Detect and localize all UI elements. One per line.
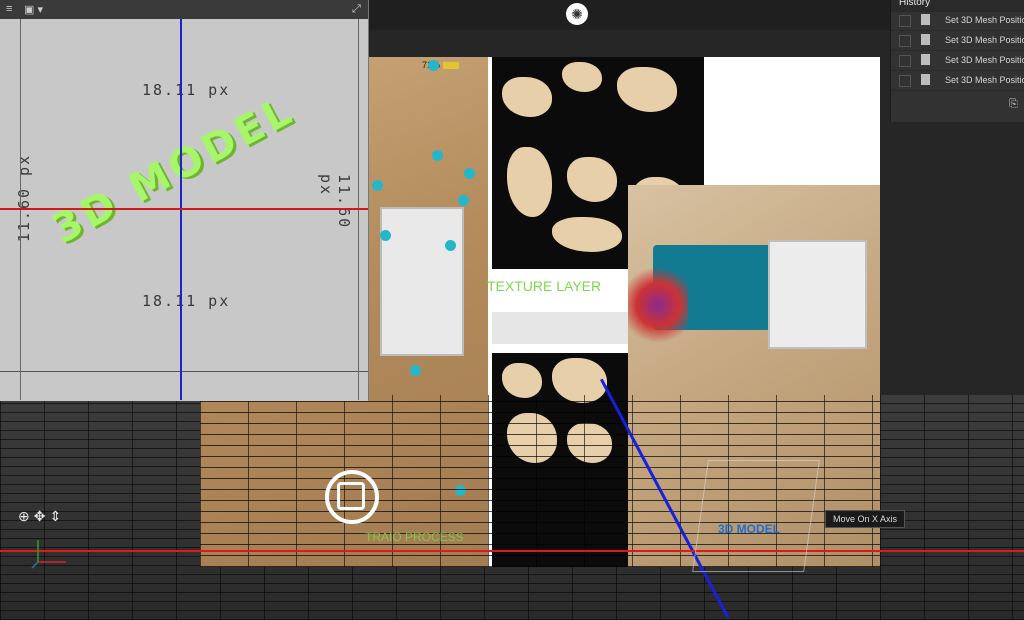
panel-menu-icon[interactable]: ≡ bbox=[6, 3, 12, 15]
history-item-label: Set 3D Mesh Position bbox=[945, 55, 1024, 65]
preview-footer bbox=[0, 371, 368, 401]
history-checkbox[interactable] bbox=[899, 35, 911, 47]
mesh-center-handle-inner bbox=[337, 482, 365, 510]
faded-label: TRAIO PROCESS bbox=[365, 530, 464, 544]
history-checkbox[interactable] bbox=[899, 15, 911, 27]
axis-tool-group: ⊕ ✥ ⇕ bbox=[18, 508, 65, 525]
pan-tool-icon[interactable]: ⇕ bbox=[49, 508, 61, 524]
panel-dropdown-icon[interactable]: ▣ ▾ bbox=[24, 3, 43, 16]
settings-wheel-icon[interactable]: ✺ bbox=[566, 3, 588, 25]
measure-right: 11.60 px bbox=[317, 174, 353, 230]
history-item-label: Set 3D Mesh Position bbox=[945, 35, 1024, 45]
move-tool-icon[interactable]: ✥ bbox=[34, 508, 46, 524]
measure-left: 11.60 px bbox=[15, 153, 34, 243]
3d-model-logo: 3D MODEL bbox=[718, 522, 781, 536]
history-title-text: History bbox=[899, 0, 931, 8]
history-checkbox[interactable] bbox=[899, 75, 911, 87]
history-panel[interactable]: History Set 3D Mesh Position Set 3D Mesh… bbox=[890, 0, 1024, 122]
3d-model-text-preview: 3D MODEL bbox=[44, 87, 302, 253]
transform-gizmo-box[interactable] bbox=[692, 460, 820, 572]
tooltip: Move On X Axis bbox=[825, 510, 906, 528]
wire-bundle-image bbox=[628, 260, 688, 350]
document-icon bbox=[921, 74, 930, 85]
history-item-label: Set 3D Mesh Position bbox=[945, 15, 1024, 25]
breadboard-image-right bbox=[768, 240, 867, 349]
history-footer: ⎘ bbox=[891, 94, 1024, 114]
preview-x-axis-line bbox=[0, 208, 368, 210]
x-axis-line bbox=[0, 550, 1024, 552]
history-item[interactable]: Set 3D Mesh Position bbox=[891, 30, 1024, 51]
preview-panel[interactable]: ≡ ▣ ▾ ⤢ 18.11 px 18.11 px 11.60 px 11.60… bbox=[0, 0, 369, 401]
measure-bottom: 18.11 px bbox=[142, 292, 231, 310]
axis-orientation-widget bbox=[31, 540, 66, 569]
new-snapshot-icon[interactable]: ⎘ bbox=[1009, 98, 1021, 110]
measure-top: 18.11 px bbox=[142, 81, 231, 99]
breadboard-image bbox=[380, 207, 464, 356]
history-item[interactable]: Set 3D Mesh Position bbox=[891, 10, 1024, 31]
plane-gap bbox=[492, 312, 628, 344]
orbit-tool-icon[interactable]: ⊕ bbox=[18, 508, 30, 524]
history-checkbox[interactable] bbox=[899, 55, 911, 67]
document-icon bbox=[921, 14, 930, 25]
preview-titlebar[interactable]: ≡ ▣ ▾ ⤢ bbox=[0, 0, 368, 19]
panel-expand-icon[interactable]: ⤢ bbox=[352, 3, 361, 16]
document-icon bbox=[921, 34, 930, 45]
battery-icon bbox=[443, 62, 460, 70]
history-item[interactable]: Set 3D Mesh Position bbox=[891, 70, 1024, 91]
preview-canvas[interactable]: 18.11 px 18.11 px 11.60 px 11.60 px 3D M… bbox=[0, 19, 368, 371]
document-icon bbox=[921, 54, 930, 65]
texture-layer-label: TEXTURE LAYER bbox=[487, 278, 602, 294]
history-item[interactable]: Set 3D Mesh Position bbox=[891, 50, 1024, 71]
history-item-label: Set 3D Mesh Position bbox=[945, 75, 1024, 85]
